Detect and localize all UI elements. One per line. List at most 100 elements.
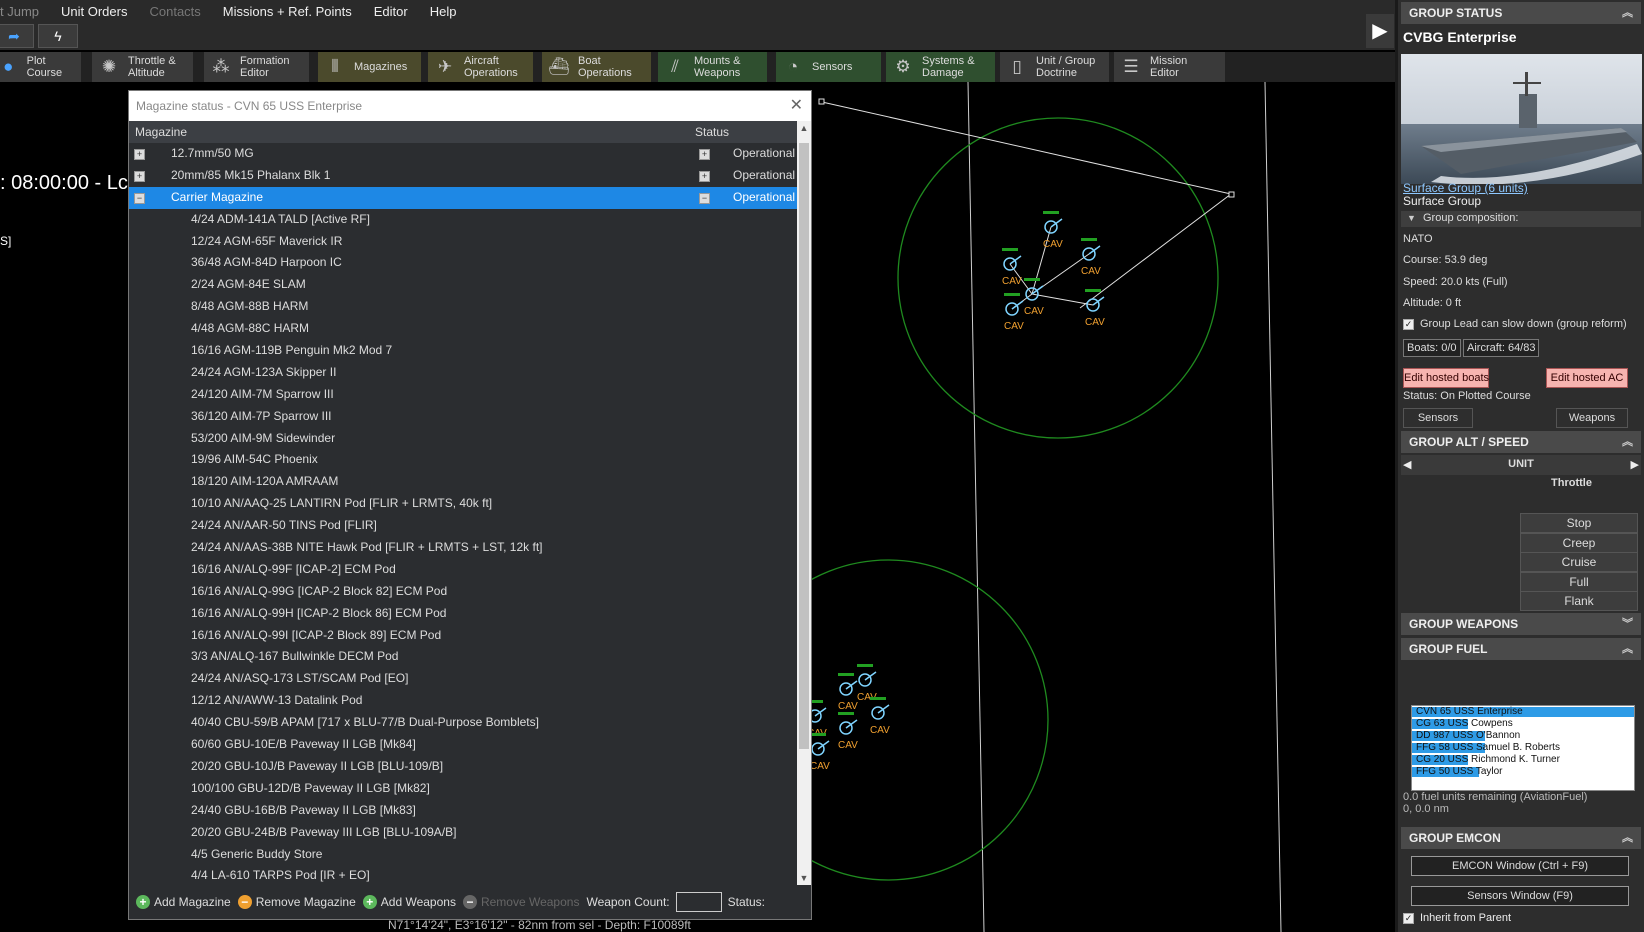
waypoint[interactable] xyxy=(1228,191,1235,198)
remove-magazine-button[interactable]: − Remove Magazine xyxy=(237,895,356,909)
group-lead-checkbox[interactable]: ✓ Group Lead can slow down (group reform) xyxy=(1403,318,1627,330)
weapon-row[interactable]: 24/24 AN/AAR-50 TINS Pod [FLIR] xyxy=(129,515,797,537)
expand-plus-icon[interactable]: + xyxy=(699,170,710,182)
formation-editor-button[interactable]: ⁂ Formation Editor xyxy=(204,52,310,82)
magazines-button[interactable]: ⦀ Magazines xyxy=(318,52,422,82)
sensors-button[interactable]: ◔ Sensors xyxy=(776,52,882,82)
waypoint[interactable] xyxy=(818,98,825,105)
weapon-row[interactable]: 24/24 AN/AAS-38B NITE Hawk Pod [FLIR + L… xyxy=(129,537,797,559)
unit-marker[interactable]: CAV xyxy=(838,673,858,712)
weapon-row[interactable]: 24/24 AN/ASQ-173 LST/SCAM Pod [EO] xyxy=(129,668,797,690)
vertical-scrollbar[interactable]: ▲ ▼ xyxy=(797,121,811,885)
weapon-row[interactable]: 4/24 ADM-141A TALD [Active RF] xyxy=(129,209,797,231)
weapon-count-input[interactable] xyxy=(675,892,722,912)
inherit-checkbox[interactable]: ✓ Inherit from Parent xyxy=(1403,912,1511,924)
scroll-down-icon[interactable]: ▼ xyxy=(797,873,811,883)
chevron-up-icon[interactable]: ︽ xyxy=(1622,431,1633,453)
weapon-row[interactable]: 10/10 AN/AAQ-25 LANTIRN Pod [FLIR + LRMT… xyxy=(129,493,797,515)
weapon-row[interactable]: 36/120 AIM-7P Sparrow III xyxy=(129,406,797,428)
unit-marker[interactable]: CAV xyxy=(1043,211,1063,250)
weapon-row[interactable]: 40/40 CBU-59/B APAM [717 x BLU-77/B Dual… xyxy=(129,712,797,734)
plot-course-button[interactable]: ● Plot Course xyxy=(0,52,82,82)
sensors-button[interactable]: Sensors xyxy=(1403,408,1473,428)
emcon-window-button[interactable]: EMCON Window (Ctrl + F9) xyxy=(1411,856,1629,876)
chevron-up-icon[interactable]: ︽ xyxy=(1622,638,1633,660)
group-status-header[interactable]: GROUP STATUS ︽ xyxy=(1401,2,1641,24)
weapon-row[interactable]: 18/120 AIM-120A AMRAAM xyxy=(129,471,797,493)
scrollbar-thumb[interactable] xyxy=(799,143,809,749)
chevron-up-icon[interactable]: ︽ xyxy=(1622,827,1633,849)
speed-stop-button[interactable]: Stop xyxy=(1520,513,1638,533)
group-alt-speed-header[interactable]: GROUP ALT / SPEED ︽ xyxy=(1401,431,1641,453)
add-magazine-button[interactable]: + Add Magazine xyxy=(136,895,231,909)
menu-help[interactable]: Help xyxy=(419,4,468,19)
weapon-row[interactable]: 12/24 AGM-65F Maverick IR xyxy=(129,231,797,253)
collapse-minus-icon[interactable]: − xyxy=(134,192,145,204)
expand-plus-icon[interactable]: + xyxy=(699,149,710,160)
systems-damage-button[interactable]: ⚙ Systems & Damage xyxy=(886,52,996,82)
column-magazine[interactable]: Magazine xyxy=(135,121,187,143)
weapon-row[interactable]: 24/120 AIM-7M Sparrow III xyxy=(129,384,797,406)
weapon-row[interactable]: 16/16 AN/ALQ-99G [ICAP-2 Block 82] ECM P… xyxy=(129,581,797,603)
weapon-row[interactable]: 19/96 AIM-54C Phoenix xyxy=(129,449,797,471)
weapon-row[interactable]: 20/20 GBU-10J/B Paveway II LGB [BLU-109/… xyxy=(129,756,797,778)
arrow-right-icon[interactable]: ▶ xyxy=(1631,458,1639,471)
group-emcon-header[interactable]: GROUP EMCON ︽ xyxy=(1401,827,1641,849)
weapon-row[interactable]: 3/3 AN/ALQ-167 Bullwinkle DECM Pod xyxy=(129,646,797,668)
unit-marker[interactable]: CAV xyxy=(1081,238,1101,277)
expand-plus-icon[interactable]: + xyxy=(134,170,145,182)
remove-weapons-button[interactable]: − Remove Weapons xyxy=(462,895,579,909)
weapon-row[interactable]: 16/16 AGM-119B Penguin Mk2 Mod 7 xyxy=(129,340,797,362)
fuel-unit-item[interactable]: CG 20 USS Richmond K. Turner xyxy=(1412,754,1634,766)
speed-cruise-button[interactable]: Cruise xyxy=(1520,552,1638,572)
weapon-row[interactable]: 53/200 AIM-9M Sidewinder xyxy=(129,428,797,450)
group-link[interactable]: Surface Group (6 units) xyxy=(1403,181,1528,195)
boat-operations-button[interactable]: ⛴ Boat Operations xyxy=(542,52,652,82)
weapon-row[interactable]: 2/24 AGM-84E SLAM xyxy=(129,274,797,296)
weapon-row[interactable]: 16/16 AN/ALQ-99F [ICAP-2] ECM Pod xyxy=(129,559,797,581)
chevron-down-icon[interactable]: ︾ xyxy=(1622,613,1633,635)
weapon-row[interactable]: 4/4 LA-610 TARPS Pod [IR + EO] xyxy=(129,865,797,885)
speed-flank-button[interactable]: Flank xyxy=(1520,591,1638,611)
weapons-button[interactable]: Weapons xyxy=(1556,408,1628,428)
magazine-row[interactable]: + 20mm/85 Mk15 Phalanx Blk 1 + Operation… xyxy=(129,165,797,187)
weapon-row[interactable]: 24/24 AGM-123A Skipper II xyxy=(129,362,797,384)
weapon-row[interactable]: 36/48 AGM-84D Harpoon IC xyxy=(129,252,797,274)
redo-arrow-icon[interactable]: ➦ xyxy=(0,24,34,48)
fuel-unit-item[interactable]: CVN 65 USS Enterprise xyxy=(1412,706,1634,718)
weapon-row[interactable]: 20/20 GBU-24B/B Paveway III LGB [BLU-109… xyxy=(129,822,797,844)
weapon-row[interactable]: 8/48 AGM-88B HARM xyxy=(129,296,797,318)
lightning-icon[interactable]: ϟ xyxy=(38,24,78,48)
expand-arrow-icon[interactable]: ▶ xyxy=(1366,14,1394,48)
weapon-row[interactable]: 16/16 AN/ALQ-99I [ICAP-2 Block 89] ECM P… xyxy=(129,625,797,647)
unit-marker[interactable]: CAV xyxy=(1004,293,1024,332)
weapon-row[interactable]: 12/12 AN/AWW-13 Datalink Pod xyxy=(129,690,797,712)
doctrine-button[interactable]: ▯ Unit / Group Doctrine xyxy=(1000,52,1110,82)
edit-hosted-ac-button[interactable]: Edit hosted AC xyxy=(1546,368,1628,388)
edit-hosted-boats-button[interactable]: Edit hosted boats xyxy=(1403,368,1489,388)
weapon-row[interactable]: 24/40 GBU-16B/B Paveway II LGB [Mk83] xyxy=(129,800,797,822)
add-weapons-button[interactable]: + Add Weapons xyxy=(362,895,456,909)
speed-full-button[interactable]: Full xyxy=(1520,572,1638,592)
menu-editor[interactable]: Editor xyxy=(363,4,419,19)
mission-editor-button[interactable]: ☰ Mission Editor xyxy=(1114,52,1226,82)
group-weapons-header[interactable]: GROUP WEAPONS ︾ xyxy=(1401,613,1641,635)
weapon-row[interactable]: 4/5 Generic Buddy Store xyxy=(129,844,797,866)
magazine-row-selected[interactable]: − Carrier Magazine − Operational xyxy=(129,186,797,209)
mounts-weapons-button[interactable]: ⫽ Mounts & Weapons xyxy=(658,52,768,82)
weapon-row[interactable]: 100/100 GBU-12D/B Paveway II LGB [Mk82] xyxy=(129,778,797,800)
collapse-minus-icon[interactable]: − xyxy=(699,192,710,204)
menu-contacts[interactable]: Contacts xyxy=(138,4,211,19)
throttle-altitude-button[interactable]: ✺ Throttle & Altitude xyxy=(92,52,194,82)
close-icon[interactable]: ✕ xyxy=(790,91,803,121)
speed-creep-button[interactable]: Creep xyxy=(1520,533,1638,553)
aircraft-operations-button[interactable]: ✈ Aircraft Operations xyxy=(428,52,534,82)
menu-jump[interactable]: t Jump xyxy=(0,4,50,19)
expand-plus-icon[interactable]: + xyxy=(134,149,145,160)
column-status[interactable]: Status xyxy=(695,121,729,143)
weapon-row[interactable]: 60/60 GBU-10E/B Paveway II LGB [Mk84] xyxy=(129,734,797,756)
fuel-unit-item[interactable]: CG 63 USS Cowpens xyxy=(1412,718,1634,730)
unit-marker[interactable]: CAV xyxy=(1024,278,1044,317)
group-fuel-header[interactable]: GROUP FUEL ︽ xyxy=(1401,638,1641,660)
unit-marker[interactable]: CAV xyxy=(838,712,858,751)
